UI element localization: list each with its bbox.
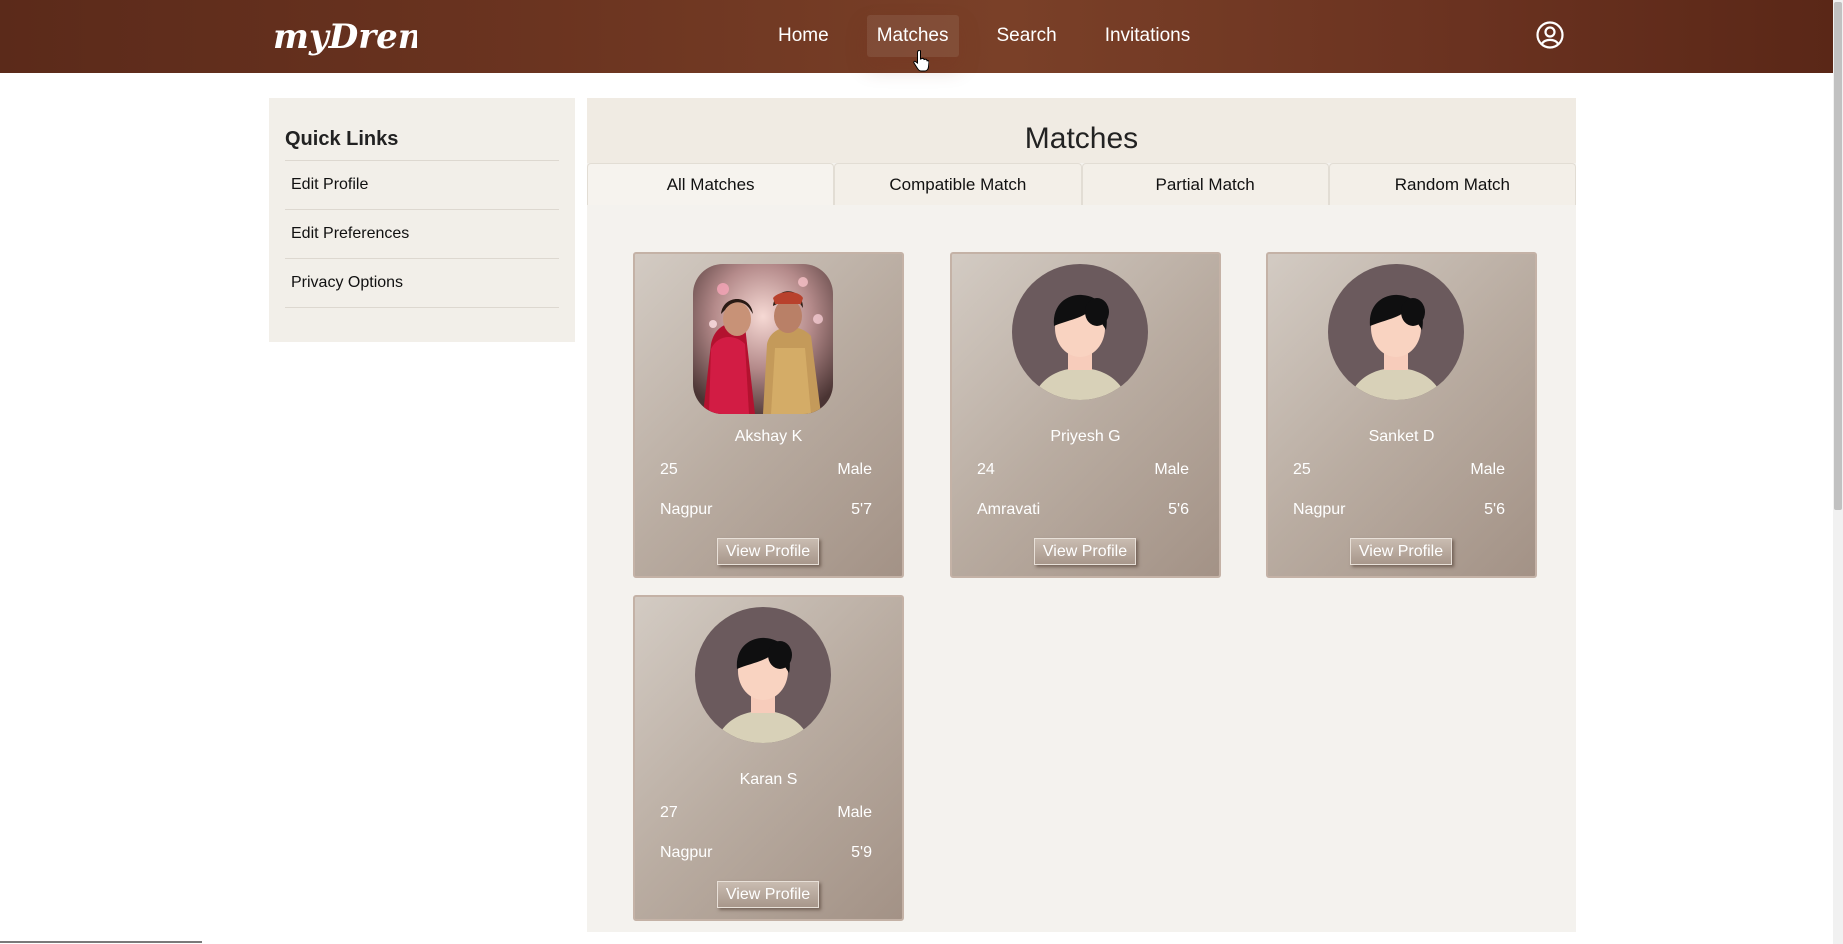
- match-name: Priyesh G: [1050, 428, 1121, 445]
- top-navbar: myDrem Home Matches Search Invitations: [0, 0, 1833, 73]
- tab-all-matches[interactable]: All Matches: [587, 163, 835, 205]
- match-height: 5'6: [1484, 501, 1505, 518]
- tab-partial-match[interactable]: Partial Match: [1081, 163, 1329, 205]
- scrollbar-thumb[interactable]: [1834, 2, 1842, 510]
- match-card: Akshay K 25 Male Nagpur 5'7 View Profile: [633, 252, 904, 578]
- brand-logo[interactable]: myDrem: [271, 12, 417, 62]
- vertical-scrollbar[interactable]: [1833, 0, 1843, 944]
- tab-compatible-match[interactable]: Compatible Match: [834, 163, 1082, 205]
- match-age: 25: [660, 461, 678, 478]
- match-gender: Male: [837, 461, 872, 478]
- svg-text:myDrem: myDrem: [273, 17, 417, 57]
- sidebar-item-privacy-options[interactable]: Privacy Options: [285, 259, 559, 308]
- user-account-icon[interactable]: [1535, 20, 1565, 50]
- match-gender: Male: [1154, 461, 1189, 478]
- main-nav: Home Matches Search Invitations: [768, 14, 1228, 58]
- match-card: Karan S 27 Male Nagpur 5'9 View Profile: [633, 595, 904, 921]
- match-gender: Male: [1470, 461, 1505, 478]
- match-gender: Male: [837, 804, 872, 821]
- match-city: Nagpur: [1293, 501, 1346, 518]
- view-profile-button[interactable]: View Profile: [1350, 538, 1452, 565]
- default-avatar-icon: [1012, 264, 1148, 400]
- couple-photo: [693, 264, 833, 414]
- mouse-pointer-icon: [913, 50, 929, 72]
- default-avatar-icon: [1328, 264, 1464, 400]
- sidebar-item-edit-preferences[interactable]: Edit Preferences: [285, 210, 559, 259]
- nav-home[interactable]: Home: [768, 15, 839, 57]
- match-age: 27: [660, 804, 678, 821]
- nav-search[interactable]: Search: [987, 15, 1067, 57]
- match-card: Priyesh G 24 Male Amravati 5'6 View Prof…: [950, 252, 1221, 578]
- match-name: Akshay K: [734, 428, 803, 445]
- match-name: Karan S: [739, 771, 798, 788]
- match-name: Sanket D: [1368, 428, 1435, 445]
- match-city: Nagpur: [660, 844, 713, 861]
- tab-random-match[interactable]: Random Match: [1328, 163, 1576, 205]
- match-card: Sanket D 25 Male Nagpur 5'6 View Profile: [1266, 252, 1537, 578]
- match-age: 25: [1293, 461, 1311, 478]
- match-age: 24: [977, 461, 995, 478]
- match-height: 5'9: [851, 844, 872, 861]
- match-tabs: All Matches Compatible Match Partial Mat…: [587, 163, 1576, 205]
- quick-links-list: Edit Profile Edit Preferences Privacy Op…: [285, 160, 559, 308]
- page-title: Matches: [1024, 122, 1139, 155]
- view-profile-button[interactable]: View Profile: [1034, 538, 1136, 565]
- quick-links-panel: Quick Links Edit Profile Edit Preference…: [269, 98, 575, 342]
- view-profile-button[interactable]: View Profile: [717, 881, 819, 908]
- nav-invitations[interactable]: Invitations: [1095, 15, 1201, 57]
- quick-links-title: Quick Links: [285, 128, 399, 150]
- match-height: 5'7: [851, 501, 872, 518]
- horizontal-scrollbar[interactable]: [0, 941, 202, 943]
- default-avatar-icon: [695, 607, 831, 743]
- view-profile-button[interactable]: View Profile: [717, 538, 819, 565]
- matches-panel: Matches All Matches Compatible Match Par…: [587, 98, 1576, 932]
- sidebar-item-edit-profile[interactable]: Edit Profile: [285, 161, 559, 210]
- match-height: 5'6: [1168, 501, 1189, 518]
- match-city: Nagpur: [660, 501, 713, 518]
- match-city: Amravati: [977, 501, 1041, 518]
